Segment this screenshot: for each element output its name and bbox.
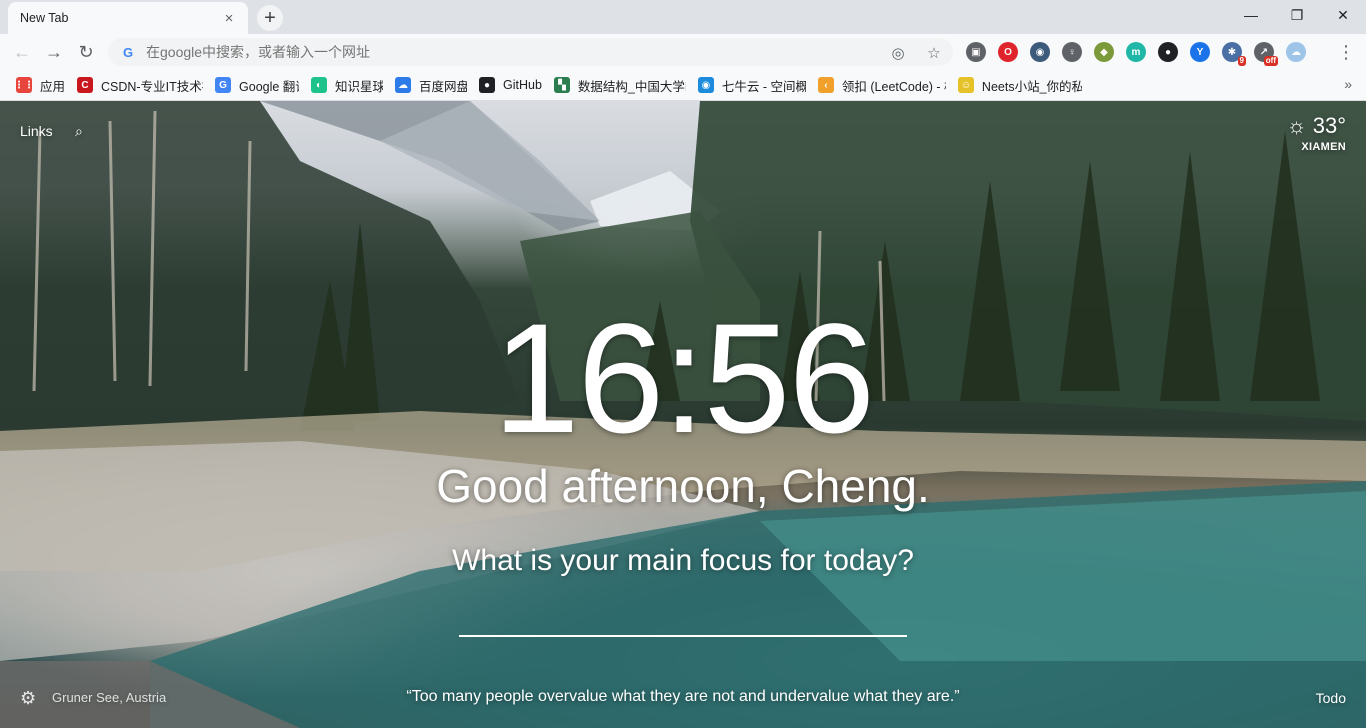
location-icon[interactable]: ◎	[888, 43, 908, 63]
bookmark-favicon-icon: C	[77, 77, 94, 93]
bookmark-label: 数据结构_中国大学MOOC	[577, 79, 686, 94]
bookmark-item[interactable]: ◉ 七牛云 - 空间概览	[694, 73, 814, 97]
close-tab-icon[interactable]: ×	[220, 9, 238, 27]
bookmark-label: 应用	[40, 79, 66, 94]
tab-new-tab[interactable]: New Tab ×	[8, 2, 248, 34]
omnibox[interactable]: G ◎ ☆	[108, 38, 953, 66]
extension-5-icon[interactable]: ◆	[1094, 42, 1114, 62]
new-tab-button[interactable]: +	[257, 5, 283, 31]
bookmark-label: 百度网盘	[419, 79, 468, 94]
close-window-button[interactable]: ✕	[1320, 0, 1366, 30]
bookmark-favicon-icon: ⋮⋮	[14, 77, 34, 93]
bookmark-favicon-icon: ◉	[697, 77, 714, 93]
bookmark-label: CSDN-专业IT技术社区	[101, 79, 203, 94]
bookmark-favicon-icon: G	[215, 77, 232, 93]
bookmark-label: Google 翻译	[239, 79, 299, 94]
weather-widget[interactable]: ☼ 33° XIAMEN	[1287, 113, 1346, 153]
extension-badge: 9	[1237, 56, 1246, 66]
restore-button[interactable]: ❐	[1274, 0, 1320, 30]
bookmark-label: 七牛云 - 空间概览	[721, 79, 806, 94]
browser-toolbar: ← → ↻ G ◎ ☆ ▣ O ◉ ♀ ◆ m ● Y ✱9 ↗off ☁ ⋮	[0, 34, 1366, 70]
bookmarks-bar: ⋮⋮ 应用 C CSDN-专业IT技术社区 G Google 翻译 ◐ 知识星球 ☁ 百度网盘 ● G…	[0, 70, 1366, 101]
bookmark-item[interactable]: ☁ 百度网盘	[391, 73, 475, 97]
extension-9-icon[interactable]: ✱ 9	[1222, 42, 1246, 66]
search-icon[interactable]: ⌕	[75, 123, 83, 140]
clock: 16:56	[492, 292, 875, 466]
bookmark-item[interactable]: ⋮⋮ 应用	[12, 73, 73, 97]
new-tab-page: Links ⌕ ☼ 33° XIAMEN 16:56 Good afternoo…	[0, 101, 1366, 728]
extension-4-icon[interactable]: ♀	[1062, 42, 1082, 62]
bookmark-item[interactable]: ▚ 数据结构_中国大学MOOC	[550, 73, 694, 97]
greeting: Good afternoon, Cheng.	[436, 460, 930, 512]
focus-question: What is your main focus for today?	[452, 544, 914, 577]
focus-input[interactable]	[459, 601, 907, 637]
address-input[interactable]	[146, 44, 846, 60]
extension-6-icon[interactable]: m	[1126, 42, 1146, 62]
todo-button[interactable]: Todo	[1316, 690, 1346, 706]
bookmark-item[interactable]: ◐ 知识星球	[307, 73, 391, 97]
extension-8-icon[interactable]: Y	[1190, 42, 1210, 62]
temperature: 33°	[1312, 113, 1346, 138]
bookmark-favicon-icon: ●	[479, 77, 496, 93]
bookmark-item[interactable]: ● GitHub	[475, 73, 550, 97]
bookmark-label: 知识星球	[335, 79, 384, 94]
bookmark-item[interactable]: ‹ 领扣 (LeetCode) - 极	[814, 73, 954, 97]
bookmark-label: Neets小站_你的私人	[981, 79, 1082, 94]
minimize-button[interactable]: —	[1228, 0, 1274, 30]
reload-button[interactable]: ↻	[72, 38, 100, 66]
back-button[interactable]: ←	[8, 38, 36, 66]
extension-badge: off	[1263, 56, 1278, 66]
bookmark-favicon-icon: ▚	[553, 77, 570, 93]
bookmark-star-icon[interactable]: ☆	[924, 43, 944, 63]
quote: “Too many people overvalue what they are…	[406, 688, 960, 705]
title-bar: New Tab × + — ❐ ✕	[0, 0, 1366, 34]
bookmark-item[interactable]: C CSDN-专业IT技术社区	[73, 73, 211, 97]
extension-10-icon[interactable]: ↗ off	[1254, 42, 1278, 66]
extension-3-icon[interactable]: ◉	[1030, 42, 1050, 62]
sun-icon: ☼	[1286, 113, 1307, 138]
google-icon: G	[122, 44, 134, 60]
bookmark-label: GitHub	[503, 78, 542, 92]
bookmark-favicon-icon: ☺	[957, 77, 974, 93]
bookmark-favicon-icon: ‹	[817, 77, 834, 93]
extension-11-icon[interactable]: ☁	[1286, 42, 1306, 62]
menu-icon[interactable]: ⋮	[1332, 38, 1360, 66]
forward-button[interactable]: →	[40, 38, 68, 66]
weather-city: XIAMEN	[1301, 141, 1346, 153]
links-button[interactable]: Links	[20, 123, 53, 139]
bookmark-label: 领扣 (LeetCode) - 极	[841, 79, 946, 94]
bookmarks-more-icon[interactable]: »	[1344, 76, 1352, 92]
bookmark-favicon-icon: ☁	[395, 77, 412, 93]
opera-extension-icon[interactable]: O	[998, 42, 1018, 62]
bookmark-item[interactable]: G Google 翻译	[211, 73, 307, 97]
bookmark-item[interactable]: ☺ Neets小站_你的私人	[954, 73, 1090, 97]
extension-1-icon[interactable]: ▣	[966, 42, 986, 62]
tab-title: New Tab	[20, 11, 69, 25]
extension-7-icon[interactable]: ●	[1158, 42, 1178, 62]
bookmark-favicon-icon: ◐	[311, 77, 328, 93]
